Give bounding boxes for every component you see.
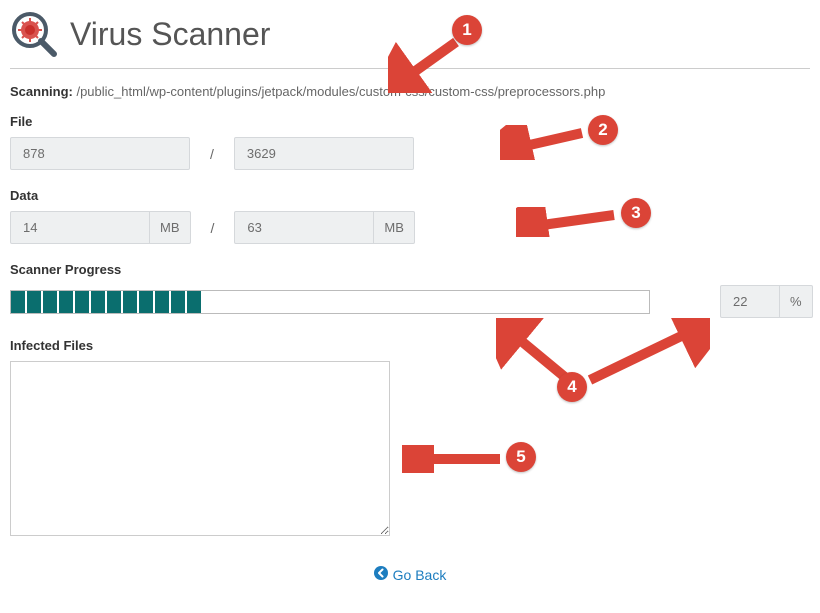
progress-value-field: 22 bbox=[720, 285, 780, 318]
data-separator: / bbox=[201, 220, 225, 236]
callout-badge-2: 2 bbox=[588, 115, 618, 145]
scanning-label: Scanning: bbox=[10, 84, 73, 99]
file-separator: / bbox=[200, 146, 224, 162]
data-total-group: 63 MB bbox=[234, 211, 415, 244]
progress-segment bbox=[59, 291, 73, 313]
progress-value-group: 22 % bbox=[720, 285, 813, 318]
callout-badge-5: 5 bbox=[506, 442, 536, 472]
scanning-path: /public_html/wp-content/plugins/jetpack/… bbox=[76, 84, 605, 99]
data-current-group: 14 MB bbox=[10, 211, 191, 244]
progress-bar bbox=[10, 290, 650, 314]
go-back-label: Go Back bbox=[393, 567, 447, 583]
callout-arrow-3 bbox=[516, 207, 621, 237]
callout-arrow-1 bbox=[388, 38, 466, 93]
file-current-field: 878 bbox=[10, 137, 190, 170]
infected-files-textarea[interactable] bbox=[10, 361, 390, 536]
progress-segment bbox=[123, 291, 137, 313]
progress-segment bbox=[75, 291, 89, 313]
progress-segment bbox=[43, 291, 57, 313]
data-current-field: 14 bbox=[10, 211, 150, 244]
callout-badge-4: 4 bbox=[557, 372, 587, 402]
data-total-unit: MB bbox=[374, 211, 415, 244]
progress-segment bbox=[91, 291, 105, 313]
arrow-left-circle-icon bbox=[374, 566, 388, 583]
data-current-unit: MB bbox=[150, 211, 191, 244]
data-total-field: 63 bbox=[234, 211, 374, 244]
progress-segment bbox=[107, 291, 121, 313]
file-label: File bbox=[10, 114, 810, 129]
callout-badge-1: 1 bbox=[452, 15, 482, 45]
callout-arrow-2 bbox=[500, 125, 588, 160]
page-title: Virus Scanner bbox=[70, 16, 270, 53]
progress-segment bbox=[27, 291, 41, 313]
go-back-link[interactable]: Go Back bbox=[374, 566, 447, 583]
callout-arrow-5 bbox=[402, 445, 507, 473]
progress-segment bbox=[187, 291, 201, 313]
data-label: Data bbox=[10, 188, 810, 203]
progress-segment bbox=[155, 291, 169, 313]
progress-label: Scanner Progress bbox=[10, 262, 810, 277]
progress-segment bbox=[11, 291, 25, 313]
progress-segment bbox=[171, 291, 185, 313]
virus-scanner-icon bbox=[10, 10, 58, 58]
progress-unit: % bbox=[780, 285, 813, 318]
file-total-field: 3629 bbox=[234, 137, 414, 170]
callout-badge-3: 3 bbox=[621, 198, 651, 228]
callout-arrow-4b bbox=[580, 318, 710, 388]
progress-segment bbox=[139, 291, 153, 313]
